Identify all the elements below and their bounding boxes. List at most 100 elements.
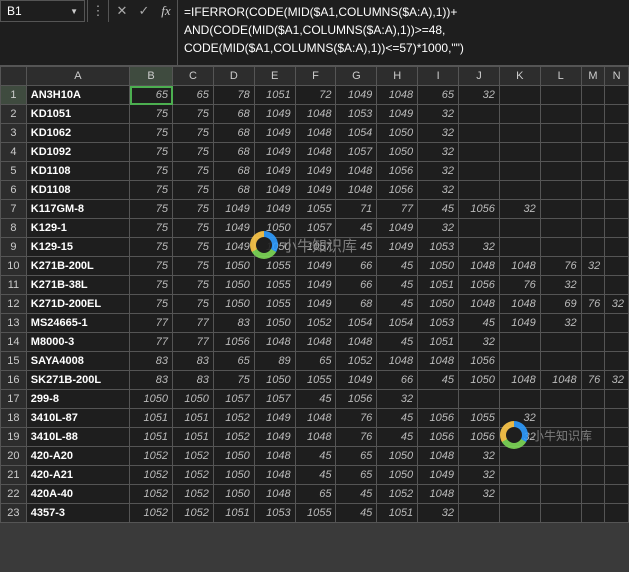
cell[interactable]: 68 — [213, 181, 254, 200]
cell[interactable]: KD1108 — [26, 181, 129, 200]
cell[interactable]: 32 — [418, 504, 459, 523]
cell[interactable]: M8000-3 — [26, 333, 129, 352]
cell[interactable]: 89 — [254, 352, 295, 371]
cell[interactable]: 32 — [377, 390, 418, 409]
row-head[interactable]: 7 — [1, 200, 27, 219]
cell[interactable] — [581, 504, 605, 523]
cell[interactable]: 1048 — [499, 295, 540, 314]
cell[interactable]: 1052 — [130, 447, 173, 466]
cell[interactable]: 45 — [377, 409, 418, 428]
cell[interactable]: 66 — [336, 276, 377, 295]
cell[interactable]: 1056 — [377, 181, 418, 200]
row-head[interactable]: 23 — [1, 504, 27, 523]
cell[interactable]: 1048 — [295, 428, 336, 447]
cell[interactable] — [499, 238, 540, 257]
cell[interactable]: K271D-200EL — [26, 295, 129, 314]
cell[interactable]: 77 — [173, 314, 214, 333]
cell[interactable] — [540, 428, 581, 447]
cell[interactable]: 1056 — [377, 162, 418, 181]
cell[interactable]: 1051 — [254, 86, 295, 105]
cell[interactable]: 1056 — [418, 428, 459, 447]
cell[interactable] — [540, 333, 581, 352]
cell[interactable]: 65 — [295, 352, 336, 371]
cell[interactable]: 45 — [295, 447, 336, 466]
cell[interactable]: 1050 — [213, 257, 254, 276]
cell[interactable]: MS24665-1 — [26, 314, 129, 333]
cell[interactable]: 75 — [130, 295, 173, 314]
cell[interactable]: 75 — [173, 181, 214, 200]
cell[interactable]: 1049 — [254, 162, 295, 181]
cell[interactable]: 76 — [336, 428, 377, 447]
cell[interactable]: 69 — [540, 295, 581, 314]
cell[interactable]: 1048 — [295, 333, 336, 352]
cell[interactable] — [605, 390, 629, 409]
col-head-N[interactable]: N — [605, 67, 629, 86]
row-head[interactable]: 21 — [1, 466, 27, 485]
cell[interactable]: 68 — [336, 295, 377, 314]
row-head[interactable]: 6 — [1, 181, 27, 200]
cell[interactable]: 32 — [418, 181, 459, 200]
cell[interactable]: 32 — [418, 124, 459, 143]
cell[interactable]: 1050 — [254, 371, 295, 390]
cell[interactable]: 420-A21 — [26, 466, 129, 485]
cell[interactable] — [540, 390, 581, 409]
col-head-J[interactable]: J — [459, 67, 500, 86]
cell[interactable] — [605, 143, 629, 162]
cell[interactable]: 1048 — [459, 295, 500, 314]
cell[interactable]: 83 — [173, 352, 214, 371]
cell[interactable] — [540, 86, 581, 105]
row-head[interactable]: 12 — [1, 295, 27, 314]
cell[interactable]: 1053 — [336, 105, 377, 124]
cell[interactable]: 75 — [173, 162, 214, 181]
cell[interactable] — [605, 86, 629, 105]
cell[interactable]: 3410L-87 — [26, 409, 129, 428]
cell[interactable]: 420A-40 — [26, 485, 129, 504]
cell[interactable]: KD1051 — [26, 105, 129, 124]
cell[interactable]: 1048 — [254, 447, 295, 466]
cell[interactable]: 68 — [213, 105, 254, 124]
cell[interactable]: KD1062 — [26, 124, 129, 143]
cell[interactable]: 32 — [418, 143, 459, 162]
cell[interactable]: 1049 — [254, 124, 295, 143]
col-head-M[interactable]: M — [581, 67, 605, 86]
cell[interactable] — [540, 466, 581, 485]
cell[interactable]: 1049 — [418, 466, 459, 485]
cell[interactable]: 1054 — [377, 314, 418, 333]
cell[interactable]: 1056 — [213, 333, 254, 352]
cell[interactable] — [605, 409, 629, 428]
cell[interactable]: 75 — [173, 219, 214, 238]
cell[interactable]: 75 — [173, 257, 214, 276]
cell[interactable]: 1050 — [213, 295, 254, 314]
cell[interactable] — [605, 105, 629, 124]
cell[interactable]: 1050 — [377, 447, 418, 466]
cell[interactable]: 1050 — [418, 257, 459, 276]
cell[interactable] — [499, 390, 540, 409]
cell[interactable] — [581, 466, 605, 485]
cell[interactable]: 77 — [377, 200, 418, 219]
cell[interactable]: 1056 — [459, 200, 500, 219]
cell[interactable]: 1050 — [377, 143, 418, 162]
cell[interactable]: 299-8 — [26, 390, 129, 409]
row-head[interactable]: 14 — [1, 333, 27, 352]
cell[interactable]: SK271B-200L — [26, 371, 129, 390]
row-head[interactable]: 2 — [1, 105, 27, 124]
accept-icon[interactable]: ✓ — [133, 0, 155, 22]
cell[interactable] — [605, 466, 629, 485]
cell[interactable]: 32 — [605, 295, 629, 314]
cell[interactable]: 1048 — [254, 466, 295, 485]
cell[interactable]: 75 — [213, 371, 254, 390]
cell[interactable] — [540, 219, 581, 238]
cell[interactable]: 1052 — [213, 428, 254, 447]
cell[interactable] — [581, 200, 605, 219]
cell[interactable] — [459, 105, 500, 124]
cell[interactable]: 66 — [336, 257, 377, 276]
cell[interactable]: 32 — [499, 428, 540, 447]
cell[interactable]: 75 — [130, 238, 173, 257]
cell[interactable]: 1049 — [295, 276, 336, 295]
cell[interactable]: 45 — [459, 314, 500, 333]
cell[interactable]: 75 — [130, 219, 173, 238]
cell[interactable] — [459, 124, 500, 143]
cell[interactable]: K271B-38L — [26, 276, 129, 295]
cell[interactable]: 1048 — [499, 257, 540, 276]
cell[interactable] — [581, 428, 605, 447]
